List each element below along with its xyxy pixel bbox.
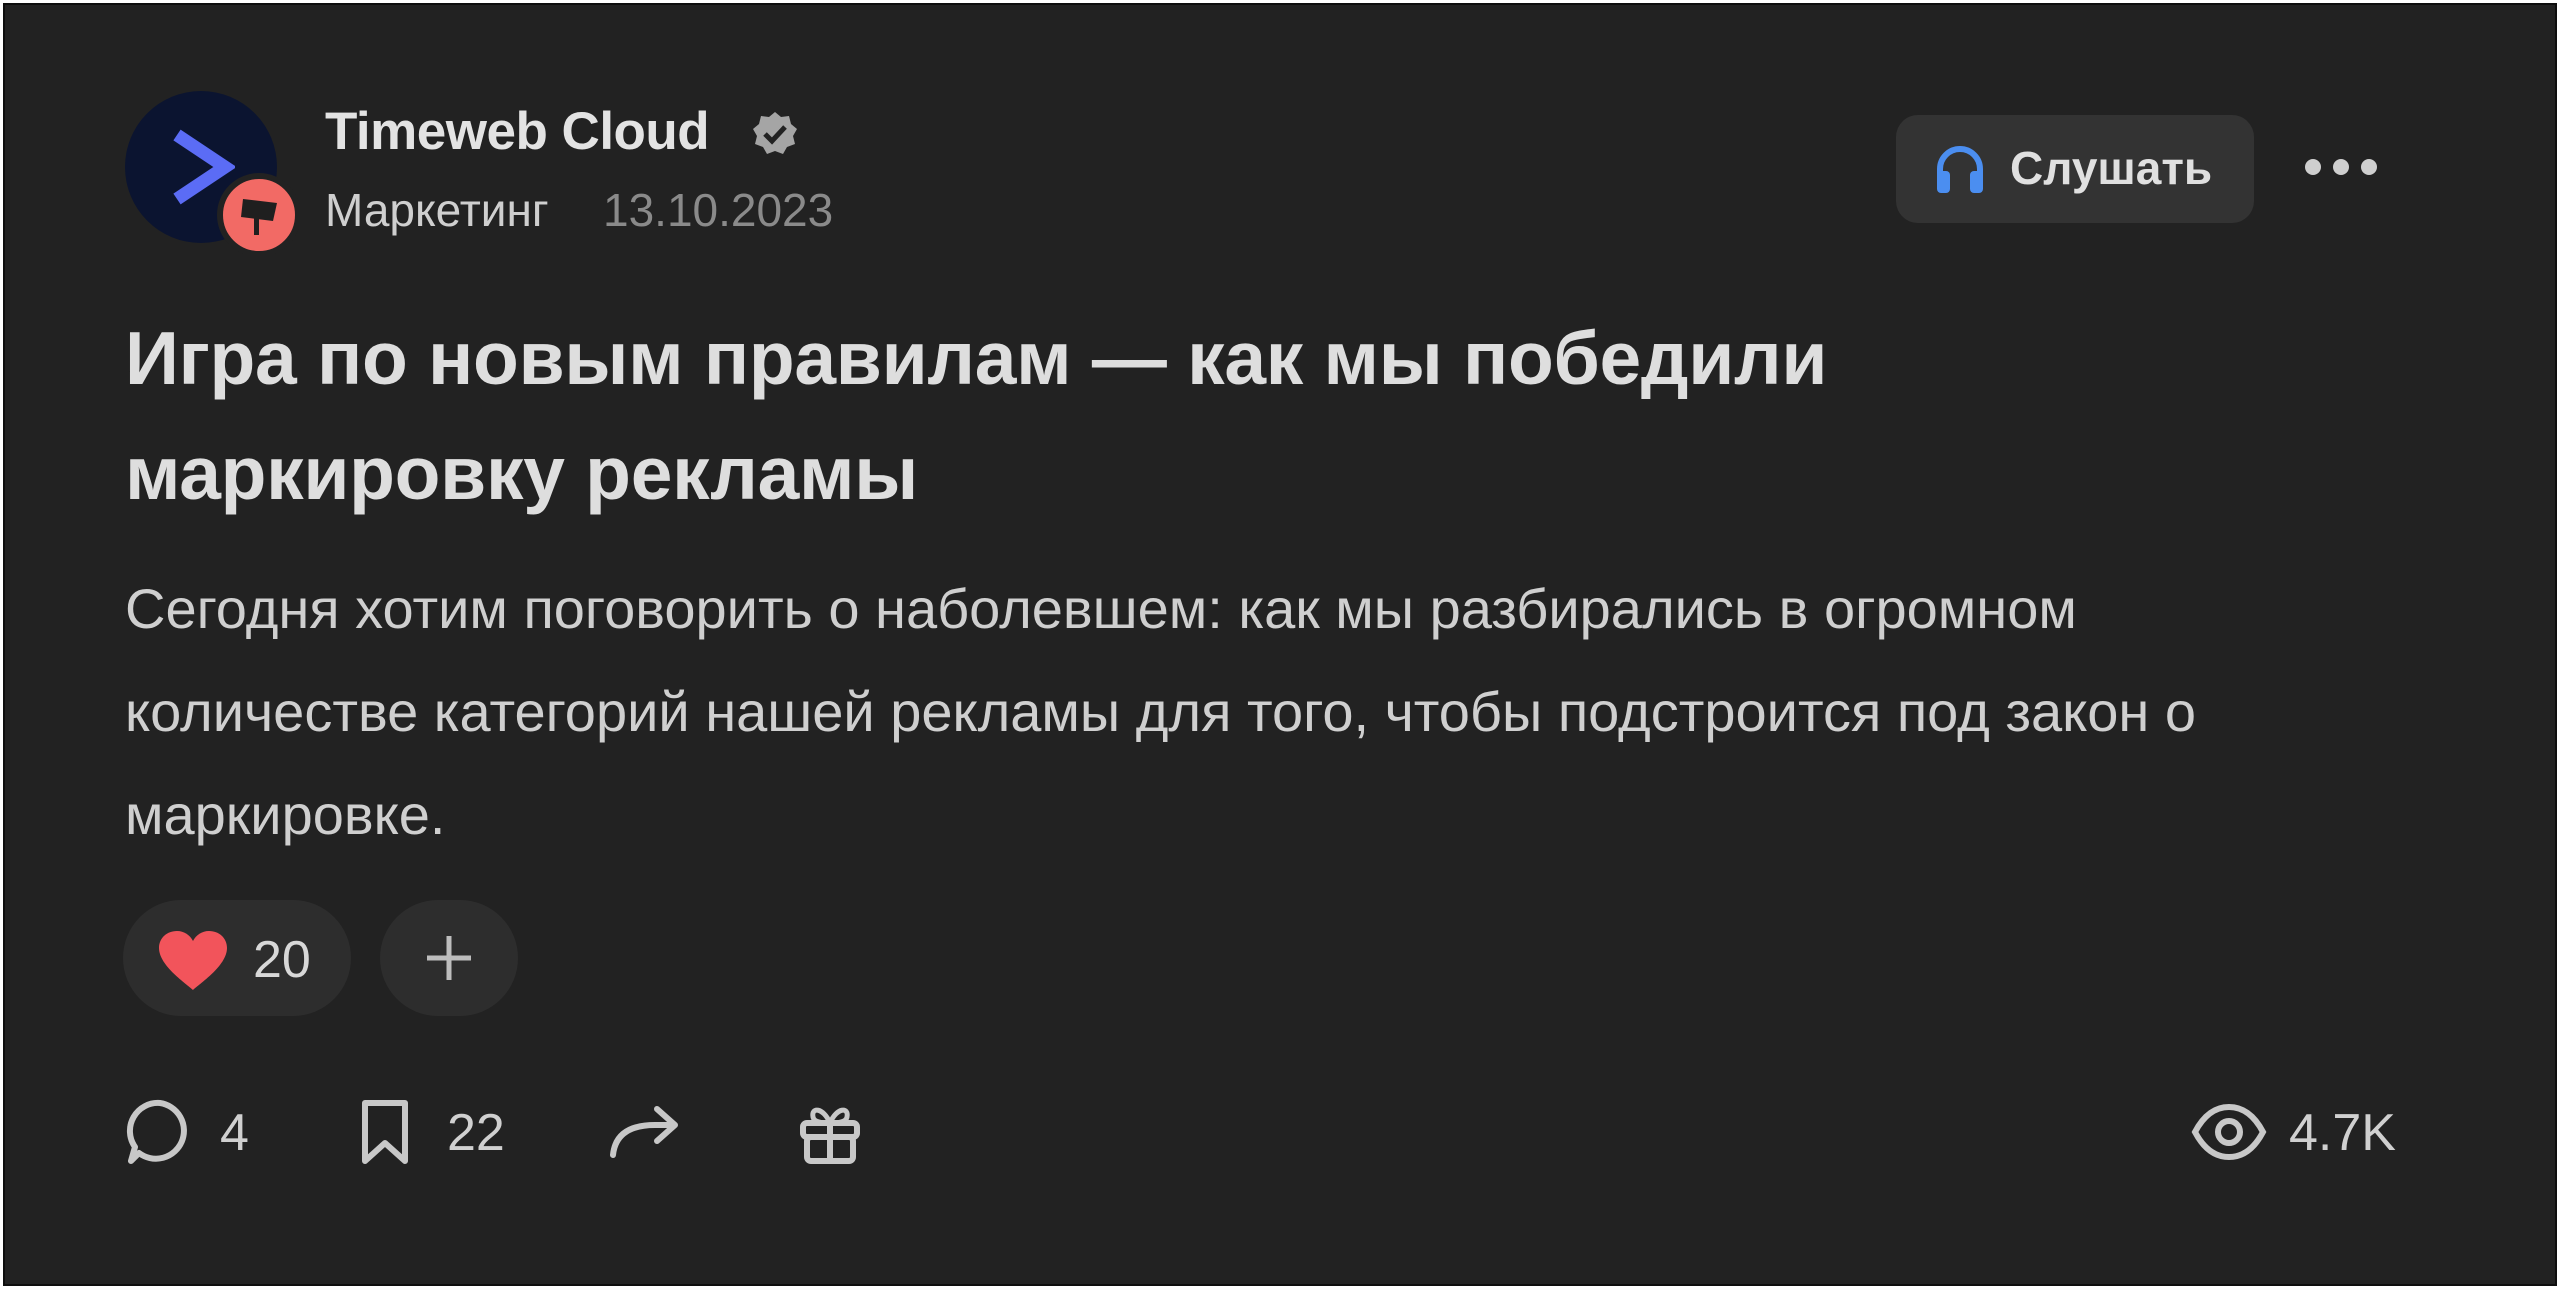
post-card: Timeweb Cloud Маркетинг 13.10.2023 Слуша… xyxy=(3,3,2557,1286)
add-reaction-button[interactable] xyxy=(380,900,518,1016)
verified-check-icon xyxy=(753,112,797,154)
listen-label: Слушать xyxy=(2010,142,2213,194)
eye-icon xyxy=(2191,1103,2267,1161)
comments-count: 4 xyxy=(220,1104,249,1162)
post-lead[interactable]: Сегодня хотим поговорить о наболевшем: к… xyxy=(125,557,2245,866)
gift-icon xyxy=(800,1107,860,1164)
bookmark-button[interactable]: 22 xyxy=(355,1097,525,1167)
post-category[interactable]: Маркетинг xyxy=(325,183,549,237)
plus-icon xyxy=(427,936,471,980)
more-horizontal-icon[interactable] xyxy=(2301,147,2381,187)
bookmarks-count: 22 xyxy=(447,1104,505,1162)
views-counter: 4.7K xyxy=(2191,1097,2411,1167)
bookmark-icon xyxy=(362,1100,408,1164)
post-title[interactable]: Игра по новым правилам — как мы победили… xyxy=(125,301,2025,531)
billboard-icon xyxy=(241,199,277,235)
views-count: 4.7K xyxy=(2289,1104,2396,1162)
heart-reaction-button[interactable]: 20 xyxy=(123,900,351,1016)
listen-button[interactable]: Слушать xyxy=(1896,115,2254,223)
heart-count: 20 xyxy=(253,931,311,989)
share-button[interactable] xyxy=(607,1097,683,1167)
post-date: 13.10.2023 xyxy=(603,184,834,236)
share-icon xyxy=(610,1106,678,1158)
heart-icon xyxy=(159,931,227,990)
headphones-icon xyxy=(1937,146,1983,193)
category-badge[interactable] xyxy=(217,173,301,257)
author-name[interactable]: Timeweb Cloud xyxy=(325,101,710,162)
comment-icon xyxy=(126,1099,187,1164)
donate-button[interactable] xyxy=(795,1097,865,1167)
comments-button[interactable]: 4 xyxy=(125,1097,265,1167)
